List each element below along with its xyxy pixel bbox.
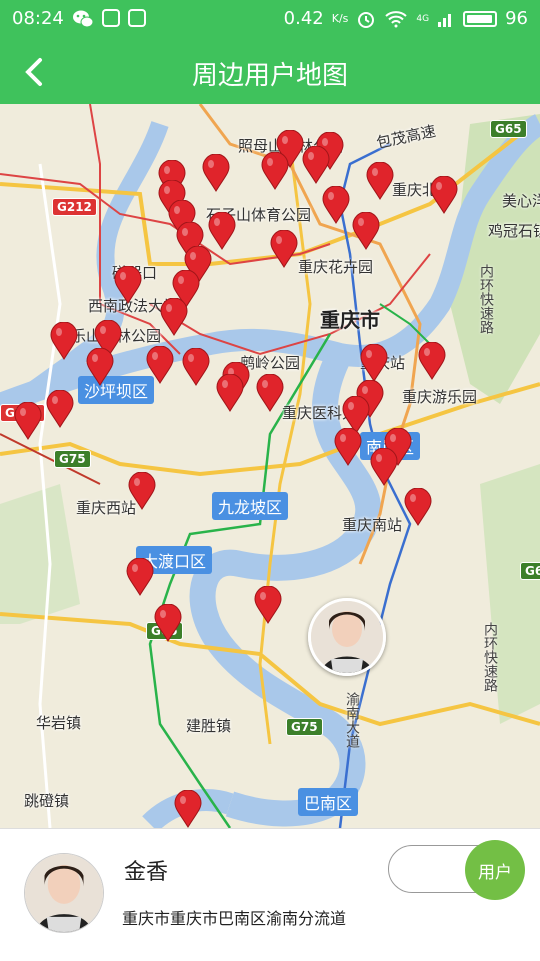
- place-label: 重庆南站: [342, 516, 403, 534]
- map-pin-icon[interactable]: [50, 322, 78, 360]
- place-label: 重庆西站: [76, 499, 137, 517]
- map-pin-icon[interactable]: [352, 212, 380, 250]
- map-pin-icon[interactable]: [322, 186, 350, 224]
- user-name: 金香: [124, 860, 169, 885]
- highway-shield: G65: [490, 120, 527, 138]
- signal-type: 4G: [416, 13, 430, 24]
- map-pin-icon[interactable]: [182, 348, 210, 386]
- battery-icon: [463, 10, 498, 27]
- map-pin-icon[interactable]: [126, 558, 154, 596]
- map-pin-icon[interactable]: [14, 402, 42, 440]
- map-pin-icon[interactable]: [360, 344, 388, 382]
- highway-shield: G212: [52, 198, 97, 216]
- user-location-avatar[interactable]: [308, 598, 386, 676]
- place-label: 跳磴镇: [24, 792, 70, 810]
- map-pin-icon[interactable]: [366, 162, 394, 200]
- map-pin-icon[interactable]: [202, 154, 230, 192]
- user-toggle[interactable]: 用户: [388, 840, 525, 900]
- map-pin-icon[interactable]: [418, 342, 446, 380]
- map-pin-icon[interactable]: [208, 212, 236, 250]
- map-pin-icon[interactable]: [216, 374, 244, 412]
- highway-shield: G75: [54, 450, 91, 468]
- place-label: 内环快速路: [482, 622, 498, 692]
- highway-shield: G65: [520, 562, 540, 580]
- map-pin-icon[interactable]: [160, 298, 188, 336]
- status-bar: 08:24 0.42 K/s 4G 96: [0, 0, 540, 38]
- status-right: 0.42 K/s 4G 96: [284, 8, 528, 29]
- user-address: 重庆市重庆市巴南区渝南分流道: [122, 909, 347, 928]
- place-label: 内环快速路: [478, 264, 494, 334]
- notification-icons: [72, 9, 146, 29]
- user-info-panel: 金香 重庆市重庆市巴南区渝南分流道 用户: [0, 828, 540, 961]
- ghost-icon: [128, 9, 146, 27]
- place-label: 渝南大道: [344, 692, 360, 748]
- map-view[interactable]: 照母山森林公园 包茂高速 重庆北站 美心洋 鸡冠石镇 石子山体育公园 重庆花卉园…: [0, 104, 540, 828]
- map-pin-icon[interactable]: [334, 428, 362, 466]
- net-unit: K/s: [331, 12, 349, 25]
- alarm-icon: [358, 11, 375, 28]
- map-pin-icon[interactable]: [302, 146, 330, 184]
- place-label: 鸡冠石镇: [488, 222, 540, 240]
- place-label: 美心洋: [502, 192, 540, 210]
- avatar: [24, 853, 104, 933]
- map-pin-icon[interactable]: [46, 390, 74, 428]
- map-pin-icon[interactable]: [114, 266, 142, 304]
- highway-shield: G75: [286, 718, 323, 736]
- map-pin-icon[interactable]: [256, 374, 284, 412]
- header: 周边用户地图: [0, 38, 540, 104]
- map-pin-icon[interactable]: [270, 230, 298, 268]
- place-label: 华岩镇: [36, 714, 82, 732]
- wechat-icon: [73, 10, 94, 28]
- battery-level: 96: [505, 8, 528, 29]
- net-speed: 0.42: [283, 8, 324, 29]
- avatar-image: [311, 601, 383, 673]
- map-pin-icon[interactable]: [146, 346, 174, 384]
- map-pin-icon[interactable]: [404, 488, 432, 526]
- toggle-knob[interactable]: 用户: [465, 840, 525, 900]
- wifi-icon: [385, 10, 408, 27]
- city-label: 重庆市: [320, 308, 380, 332]
- avatar-image: [25, 854, 103, 932]
- page-title: 周边用户地图: [191, 61, 348, 91]
- ghost-icon: [102, 9, 120, 27]
- signal-icon: [438, 13, 452, 27]
- map-pin-icon[interactable]: [128, 472, 156, 510]
- map-pin-icon[interactable]: [430, 176, 458, 214]
- place-label: 建胜镇: [186, 717, 232, 735]
- map-pin-icon[interactable]: [370, 448, 398, 486]
- district-label: 九龙坡区: [212, 492, 289, 520]
- status-time: 08:24: [12, 8, 64, 29]
- map-pin-icon[interactable]: [254, 586, 282, 624]
- district-label: 巴南区: [298, 788, 359, 816]
- map-pin-icon[interactable]: [261, 152, 289, 190]
- map-pin-icon[interactable]: [174, 790, 202, 828]
- map-pin-icon[interactable]: [86, 348, 114, 386]
- place-label: 重庆花卉园: [298, 258, 374, 276]
- place-label: 重庆游乐园: [402, 388, 478, 406]
- map-pin-icon[interactable]: [154, 604, 182, 642]
